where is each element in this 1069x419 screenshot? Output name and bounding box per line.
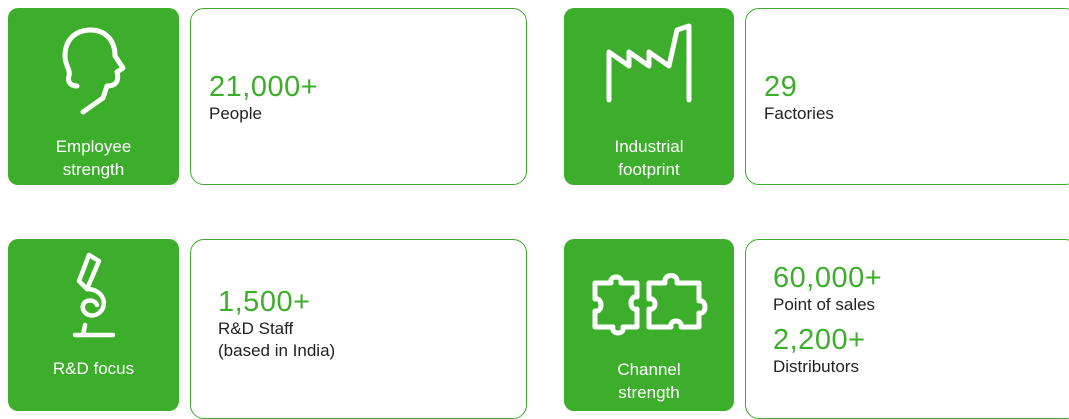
- rnd-staff-desc-1: R&D Staff: [218, 319, 294, 338]
- factory-count-value: 29: [764, 71, 798, 103]
- channel-strength-label-1: Channel: [617, 360, 681, 379]
- microscope-icon: [8, 251, 179, 341]
- industrial-footprint-card: 29 Factories: [745, 8, 1069, 185]
- distributors-value: 2,200+: [773, 324, 866, 356]
- puzzle-icon: [564, 269, 734, 339]
- employee-strength-label-2: strength: [62, 160, 125, 179]
- rnd-staff-desc-2: (based in India): [218, 341, 336, 360]
- employee-count-value: 21,000+: [209, 71, 319, 103]
- employee-strength-label-1: Employee: [55, 137, 132, 156]
- points-of-sale-value: 60,000+: [773, 262, 883, 294]
- rnd-focus-tile: R&D focus: [8, 239, 179, 411]
- channel-strength-tile: Channel strength: [564, 239, 734, 411]
- rnd-focus-label: R&D focus: [52, 359, 135, 378]
- employee-strength-tile: Employee strength: [8, 8, 179, 185]
- industrial-footprint-tile: Industrial footprint: [564, 8, 734, 185]
- factory-count-desc: Factories: [764, 104, 834, 123]
- factory-icon: [564, 22, 734, 106]
- points-of-sale-desc: Point of sales: [773, 295, 876, 314]
- distributors-desc: Distributors: [773, 357, 859, 376]
- rnd-focus-card: 1,500+ R&D Staff (based in India): [190, 239, 527, 419]
- head-profile-icon: [8, 26, 179, 118]
- employee-count-desc: People: [209, 104, 262, 123]
- channel-strength-label-2: strength: [618, 383, 680, 402]
- employee-strength-card: 21,000+ People: [190, 8, 527, 185]
- channel-strength-card: 60,000+ Point of sales 2,200+ Distributo…: [745, 239, 1069, 419]
- rnd-staff-value: 1,500+: [218, 286, 311, 318]
- industrial-footprint-label-1: Industrial: [614, 137, 684, 156]
- industrial-footprint-label-2: footprint: [618, 160, 680, 179]
